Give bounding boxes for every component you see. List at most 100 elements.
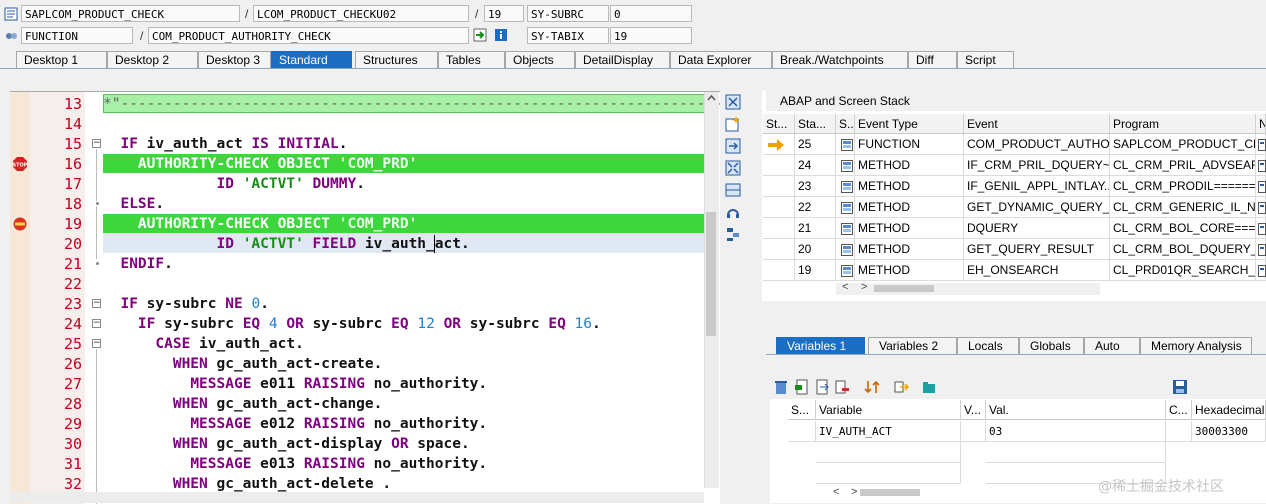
stack-col-event[interactable]: Event [964, 114, 1110, 134]
stack-cell-event[interactable]: EH_ONSEARCH [964, 260, 1110, 281]
fold-toggle[interactable]: − [92, 299, 101, 308]
scrollbar-thumb[interactable] [706, 212, 716, 336]
tab-tables[interactable]: Tables [438, 51, 505, 68]
code-line[interactable]: ELSE. [103, 194, 164, 214]
fold-toggle[interactable]: − [92, 339, 101, 348]
program-field[interactable]: SAPLCOM_PRODUCT_CHECK [21, 5, 240, 22]
code-line[interactable]: WHEN gc_auth_act-delete . [103, 474, 391, 494]
var-empty-cell[interactable] [816, 463, 961, 484]
import-icon[interactable] [794, 379, 810, 395]
settings-icon[interactable] [724, 225, 742, 243]
info-icon[interactable] [494, 28, 508, 42]
var-empty-cell[interactable] [816, 442, 961, 463]
remove-row-icon[interactable] [834, 379, 850, 395]
tab-desktop-1[interactable]: Desktop 1 [16, 51, 107, 68]
code-line[interactable]: ENDIF. [103, 254, 172, 274]
scrollbar-thumb[interactable] [874, 285, 934, 292]
fold-toggle[interactable]: − [92, 139, 101, 148]
code-line[interactable]: WHEN gc_auth_act-display OR space. [103, 434, 470, 454]
code-line[interactable]: IF iv_auth_act IS INITIAL. [103, 134, 347, 154]
new-tool-icon[interactable] [724, 115, 742, 133]
code-line[interactable]: ID 'ACTVT' DUMMY. [103, 174, 365, 194]
tab-data-explorer[interactable]: Data Explorer [670, 51, 772, 68]
var-col-hex[interactable]: Hexadecimal [1192, 400, 1266, 420]
code-line[interactable]: *"--------------------------------------… [103, 94, 720, 114]
code-line[interactable]: CASE iv_auth_act. [103, 334, 303, 354]
tab-detaildisplay[interactable]: DetailDisplay [575, 51, 670, 68]
code-line[interactable]: MESSAGE e011 RAISING no_authority. [103, 374, 487, 394]
sysvar-field[interactable]: SY-SUBRC [527, 5, 609, 22]
var-status-cell[interactable] [788, 421, 816, 442]
stack-cell-type[interactable]: METHOD [855, 260, 964, 281]
stack-cell-marker[interactable] [763, 197, 795, 218]
scroll-up-icon[interactable] [707, 94, 716, 102]
stack-cell-marker[interactable] [763, 155, 795, 176]
stack-cell-type[interactable]: FUNCTION [855, 134, 964, 155]
stack-cell-event[interactable]: COM_PRODUCT_AUTHO... [964, 134, 1110, 155]
stack-cell-level[interactable]: 19 [795, 260, 836, 281]
var-col-c[interactable]: C... [1166, 400, 1192, 420]
var-name-cell[interactable]: IV_AUTH_ACT [816, 421, 961, 442]
stack-cell-program[interactable]: CL_CRM_GENERIC_IL_NE... [1110, 197, 1256, 218]
swap-icon[interactable] [724, 181, 742, 199]
stack-col-level[interactable]: Sta... [795, 114, 836, 134]
stack-cell-program[interactable]: CL_CRM_BOL_DQUERY_... [1110, 239, 1256, 260]
stack-cell-level[interactable]: 20 [795, 239, 836, 260]
tab-globals[interactable]: Globals [1019, 337, 1084, 354]
navigate-source-icon[interactable] [1258, 181, 1266, 193]
stack-cell-type[interactable]: METHOD [855, 197, 964, 218]
services-icon[interactable] [724, 203, 742, 221]
stack-cell-type[interactable]: METHOD [855, 176, 964, 197]
fold-toggle[interactable]: − [92, 319, 101, 328]
tab-breakpoints[interactable]: Break./Watchpoints [772, 51, 908, 68]
stack-cell-event[interactable]: DQUERY [964, 218, 1110, 239]
var-c-cell[interactable] [1166, 421, 1192, 442]
tab-structures[interactable]: Structures [355, 51, 438, 68]
stack-cell-marker[interactable] [763, 260, 795, 281]
var-scroll-left-icon[interactable]: < [833, 486, 839, 498]
type-field[interactable]: FUNCTION [21, 27, 133, 44]
stack-cell-program[interactable]: CL_PRD01QR_SEARCH_I... [1110, 260, 1256, 281]
tab-standard[interactable]: Standard [271, 51, 352, 68]
var-v-cell[interactable] [961, 421, 986, 442]
scrollbar-thumb[interactable] [860, 489, 920, 496]
replace-tool-icon[interactable] [724, 137, 742, 155]
scroll-right-icon[interactable]: > [861, 281, 867, 293]
sysval-field[interactable]: 0 [610, 5, 692, 22]
stack-col-s[interactable]: S... [836, 114, 855, 134]
stack-cell-level[interactable]: 25 [795, 134, 836, 155]
navigate-source-icon[interactable] [1258, 160, 1266, 172]
stack-cell-event[interactable]: GET_QUERY_RESULT [964, 239, 1110, 260]
stack-cell-program[interactable]: CL_CRM_PRIL_ADVSEAR... [1110, 155, 1256, 176]
stack-col-st[interactable]: St... [763, 114, 795, 134]
code-line[interactable]: ID 'ACTVT' FIELD iv_auth_act. [103, 234, 470, 254]
var-col-value[interactable]: Val. [986, 400, 1166, 420]
code-line[interactable]: AUTHORITY-CHECK OBJECT 'COM_PRD' [103, 214, 417, 234]
navigate-source-icon[interactable] [1258, 265, 1266, 277]
transfer-icon[interactable] [893, 379, 909, 395]
stack-cell-marker[interactable] [763, 218, 795, 239]
code-line[interactable]: WHEN gc_auth_act-create. [103, 354, 383, 374]
close-icon[interactable] [724, 93, 742, 111]
var-hex-cell[interactable]: 30003300 [1192, 421, 1266, 442]
stack-cell-level[interactable]: 24 [795, 155, 836, 176]
stack-col-n[interactable]: N [1256, 114, 1266, 134]
tab-desktop-2[interactable]: Desktop 2 [107, 51, 198, 68]
code-line[interactable]: IF sy-subrc NE 0. [103, 294, 268, 314]
maximize-icon[interactable] [724, 159, 742, 177]
code-line[interactable]: MESSAGE e013 RAISING no_authority. [103, 454, 487, 474]
stack-cell-type[interactable]: METHOD [855, 155, 964, 176]
var-col-variable[interactable]: Variable [816, 400, 961, 420]
stack-cell-program[interactable]: SAPLCOM_PRODUCT_CH... [1110, 134, 1256, 155]
stack-cell-event[interactable]: IF_GENIL_APPL_INTLAY... [964, 176, 1110, 197]
code-line[interactable]: MESSAGE e012 RAISING no_authority. [103, 414, 487, 434]
function-name-field[interactable]: COM_PRODUCT_AUTHORITY_CHECK [148, 27, 469, 44]
navigate-source-icon[interactable] [1258, 139, 1266, 151]
stop-breakpoint-icon[interactable]: STOP [13, 157, 27, 171]
stack-cell-type[interactable]: METHOD [855, 218, 964, 239]
stack-cell-type[interactable]: METHOD [855, 239, 964, 260]
line-field[interactable]: 19 [484, 5, 524, 22]
tab-memory-analysis[interactable]: Memory Analysis [1140, 337, 1252, 354]
var-col-s[interactable]: S... [788, 400, 816, 420]
delete-icon[interactable] [773, 379, 789, 395]
